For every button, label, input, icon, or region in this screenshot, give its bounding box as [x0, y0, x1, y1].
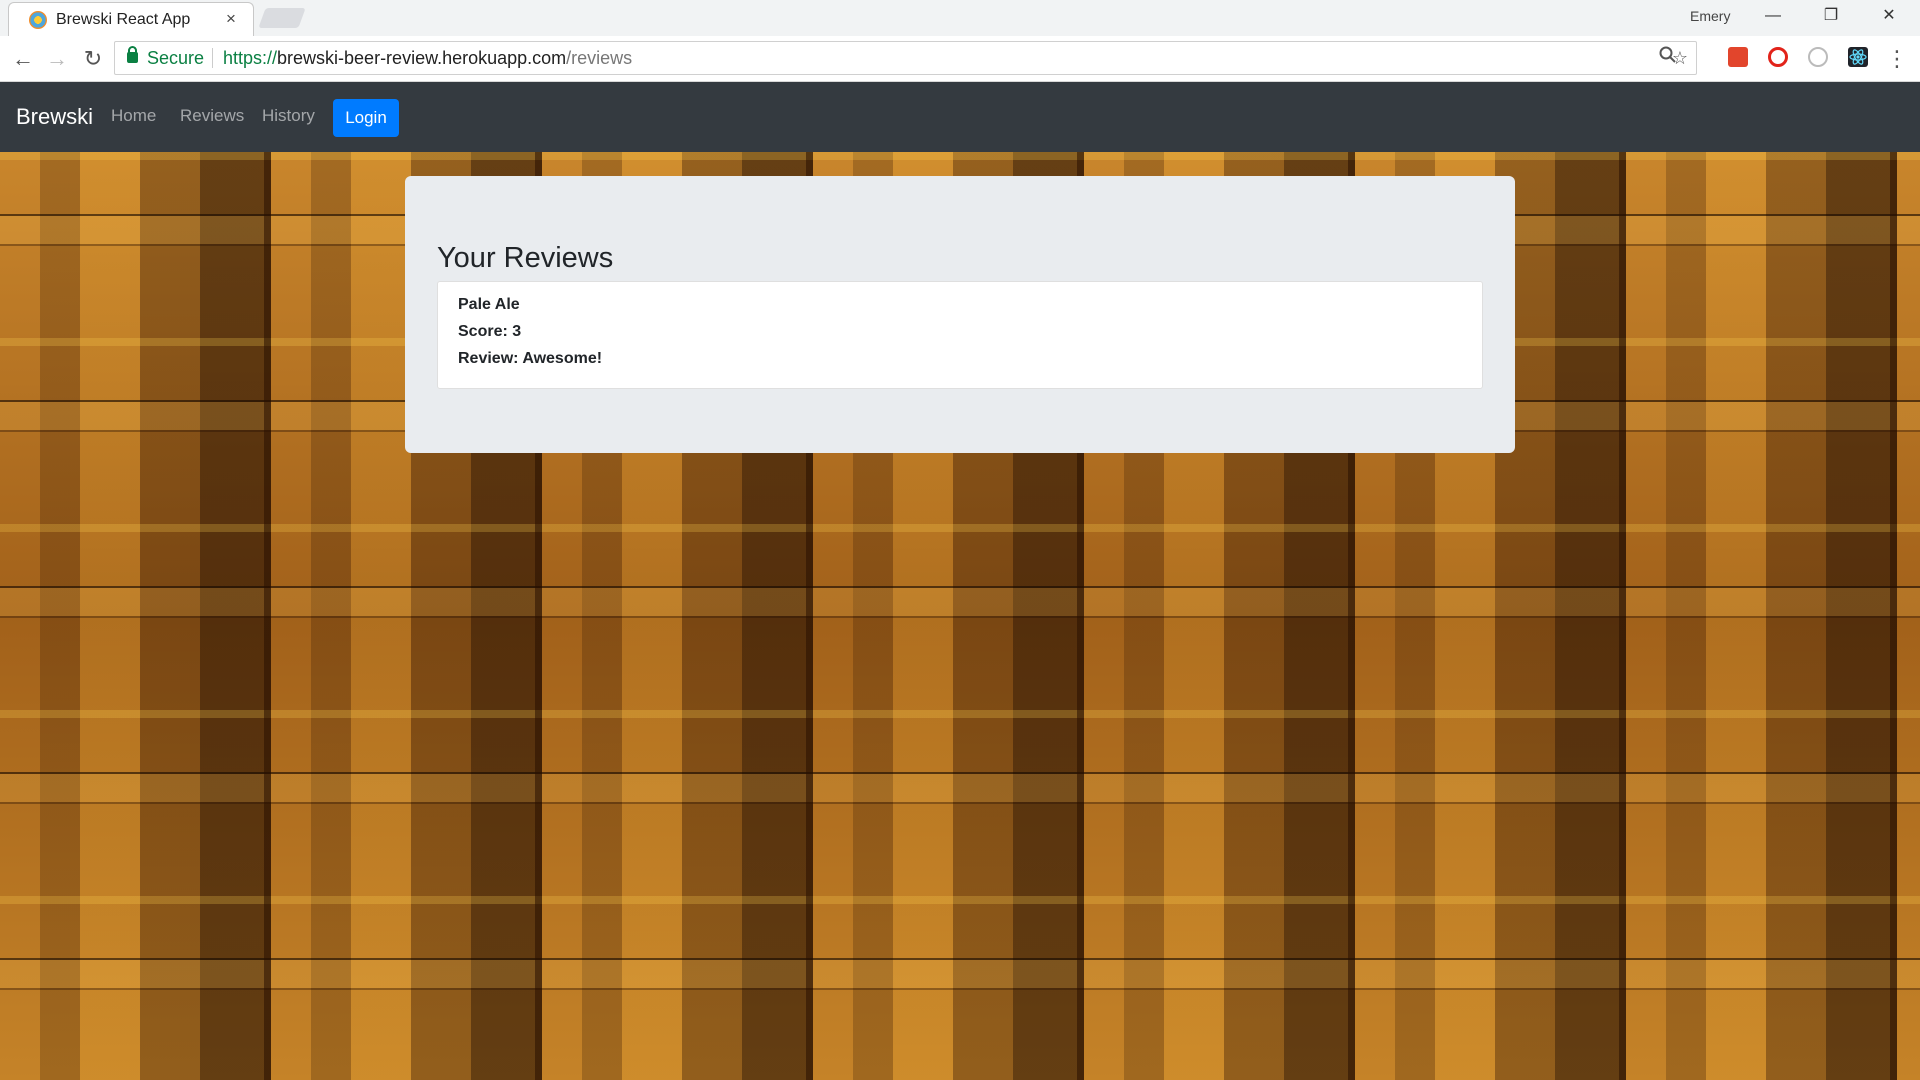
minimize-icon[interactable]: — [1744, 0, 1802, 32]
review-beer-name: Pale Ale [458, 296, 520, 313]
site-navbar: Brewski Home Reviews History Login [0, 82, 1920, 152]
page-title: Your Reviews [437, 242, 614, 274]
extension-icon[interactable] [1728, 47, 1748, 67]
react-devtools-icon[interactable] [1848, 47, 1868, 67]
page-viewport: Brewski Home Reviews History Login Your … [0, 82, 1920, 1080]
review-score: Score: 3 [458, 323, 522, 340]
browser-toolbar: ← → ↻ Secure https://brewski-beer-review… [0, 36, 1920, 82]
tab-title: Brewski React App [56, 11, 191, 28]
favicon-icon [29, 11, 47, 29]
url-text[interactable]: https://brewski-beer-review.herokuapp.co… [223, 48, 632, 69]
browser-tab[interactable]: Brewski React App × [8, 2, 254, 36]
nav-link-reviews[interactable]: Reviews [180, 106, 244, 126]
bookmark-star-icon[interactable]: ☆ [1668, 46, 1692, 70]
nav-link-home[interactable]: Home [111, 106, 156, 126]
restore-icon[interactable]: ❐ [1802, 0, 1860, 32]
opera-icon[interactable] [1768, 47, 1788, 67]
browser-tabstrip: Brewski React App × Emery — ❐ ✕ [0, 0, 1920, 36]
security-label: Secure [147, 48, 205, 68]
reload-icon[interactable]: ↻ [78, 44, 108, 74]
review-text: Review: Awesome! [458, 350, 603, 367]
omnibox-divider [212, 48, 213, 68]
menu-icon[interactable]: ⋮ [1886, 44, 1908, 74]
profile-name[interactable]: Emery [1690, 8, 1730, 24]
lock-icon [127, 46, 138, 63]
url-host: brewski-beer-review.herokuapp.com [277, 48, 567, 68]
back-icon[interactable]: ← [8, 44, 38, 74]
brand-link[interactable]: Brewski [16, 104, 93, 130]
forward-icon[interactable]: → [42, 44, 72, 74]
tab-close-icon[interactable]: × [221, 9, 241, 29]
new-tab-button[interactable] [258, 8, 306, 28]
reviews-panel: Your Reviews Pale Ale Score: 3 Review: A… [405, 176, 1515, 453]
extension-circle-icon[interactable] [1808, 47, 1828, 67]
login-button[interactable]: Login [333, 99, 399, 137]
url-scheme: https:// [223, 48, 278, 68]
close-window-icon[interactable]: ✕ [1860, 0, 1918, 32]
url-path: /reviews [566, 48, 633, 68]
address-bar[interactable]: Secure https://brewski-beer-review.herok… [114, 41, 1697, 75]
review-list-item: Pale Ale Score: 3 Review: Awesome! [437, 281, 1483, 389]
nav-link-history[interactable]: History [262, 106, 315, 126]
